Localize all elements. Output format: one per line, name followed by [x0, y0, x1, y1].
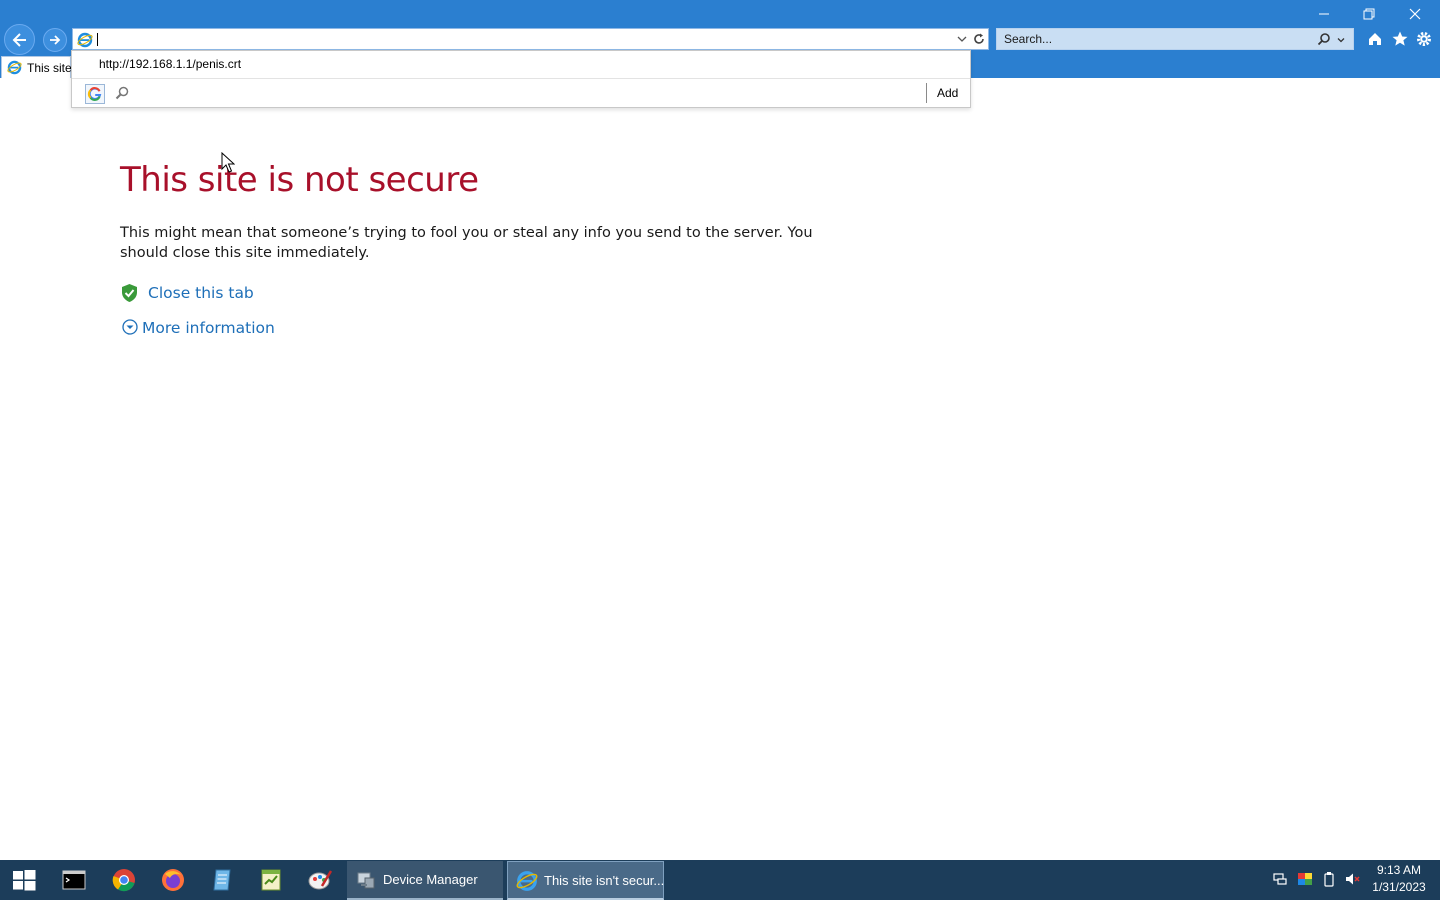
text-caret	[97, 33, 98, 46]
shield-check-icon	[122, 284, 137, 302]
close-tab-link[interactable]: Close this tab	[148, 284, 254, 302]
restore-button[interactable]	[1355, 4, 1383, 24]
arrow-left-icon	[12, 32, 26, 47]
error-description: This might mean that someone’s trying to…	[120, 225, 813, 261]
network-icon[interactable]	[1272, 871, 1288, 887]
search-provider-button[interactable]	[85, 84, 105, 104]
suggestion-url: http://192.168.1.1/penis.crt	[99, 57, 242, 71]
taskbar-app-label: Device Manager	[383, 872, 478, 887]
tab-title: This site	[27, 61, 72, 75]
clock-time: 9:13 AM	[1376, 863, 1422, 877]
taskbar-app-device-manager[interactable]: Device Manager	[347, 861, 503, 900]
google-icon	[87, 87, 102, 101]
forward-button[interactable]	[43, 28, 67, 52]
close-button[interactable]	[1401, 4, 1429, 24]
paint-icon[interactable]	[306, 866, 334, 894]
close-icon	[1409, 8, 1421, 20]
restore-icon	[1363, 8, 1375, 20]
page-title: This site is not secure	[120, 160, 479, 200]
autocomplete-suggestion[interactable]: http://192.168.1.1/penis.crt	[72, 51, 970, 77]
minimize-icon	[1319, 13, 1329, 15]
minimize-button[interactable]	[1310, 4, 1338, 24]
color-palette-icon[interactable]	[1297, 871, 1313, 887]
taskbar-app-ie[interactable]: This site isn't secur...	[507, 861, 664, 900]
clock-date: 1/31/2023	[1372, 880, 1426, 894]
usb-device-icon[interactable]	[1321, 871, 1337, 887]
ie-icon	[7, 60, 22, 75]
ie-icon	[77, 32, 93, 48]
chevron-down-icon[interactable]	[956, 33, 968, 45]
gear-icon[interactable]	[1415, 30, 1433, 48]
address-bar[interactable]	[72, 28, 989, 50]
expand-circle-icon[interactable]	[122, 319, 138, 335]
separator	[926, 83, 927, 103]
search-icon[interactable]	[114, 85, 130, 101]
search-placeholder[interactable]: Search...	[1004, 32, 1052, 46]
system-clock[interactable]: 9:13 AM 1/31/2023	[1366, 862, 1432, 896]
add-provider-button[interactable]: Add	[937, 86, 958, 100]
refresh-icon[interactable]	[972, 32, 986, 46]
device-manager-icon	[357, 872, 375, 889]
terminal-icon[interactable]	[60, 866, 88, 894]
firefox-icon[interactable]	[159, 866, 187, 894]
chrome-icon[interactable]	[110, 866, 138, 894]
notepad-icon[interactable]	[208, 866, 236, 894]
notepad-plus-icon[interactable]	[257, 866, 285, 894]
home-icon[interactable]	[1366, 30, 1384, 48]
divider	[72, 78, 970, 79]
search-box[interactable]: Search...	[996, 28, 1354, 50]
arrow-right-icon	[50, 35, 61, 45]
back-button[interactable]	[4, 24, 35, 55]
windows-start-icon[interactable]	[10, 866, 38, 894]
search-icon[interactable]	[1317, 32, 1331, 46]
more-information-link[interactable]: More information	[142, 319, 275, 337]
taskbar-app-label: This site isn't secur...	[544, 873, 665, 888]
mouse-cursor-icon	[221, 152, 235, 173]
volume-muted-icon[interactable]	[1345, 871, 1361, 887]
star-icon[interactable]	[1391, 30, 1409, 48]
address-autocomplete: http://192.168.1.1/penis.crt Add	[71, 50, 971, 108]
chevron-down-icon[interactable]	[1336, 35, 1346, 45]
ie-icon	[516, 871, 538, 891]
browser-tab[interactable]: This site	[1, 56, 72, 78]
